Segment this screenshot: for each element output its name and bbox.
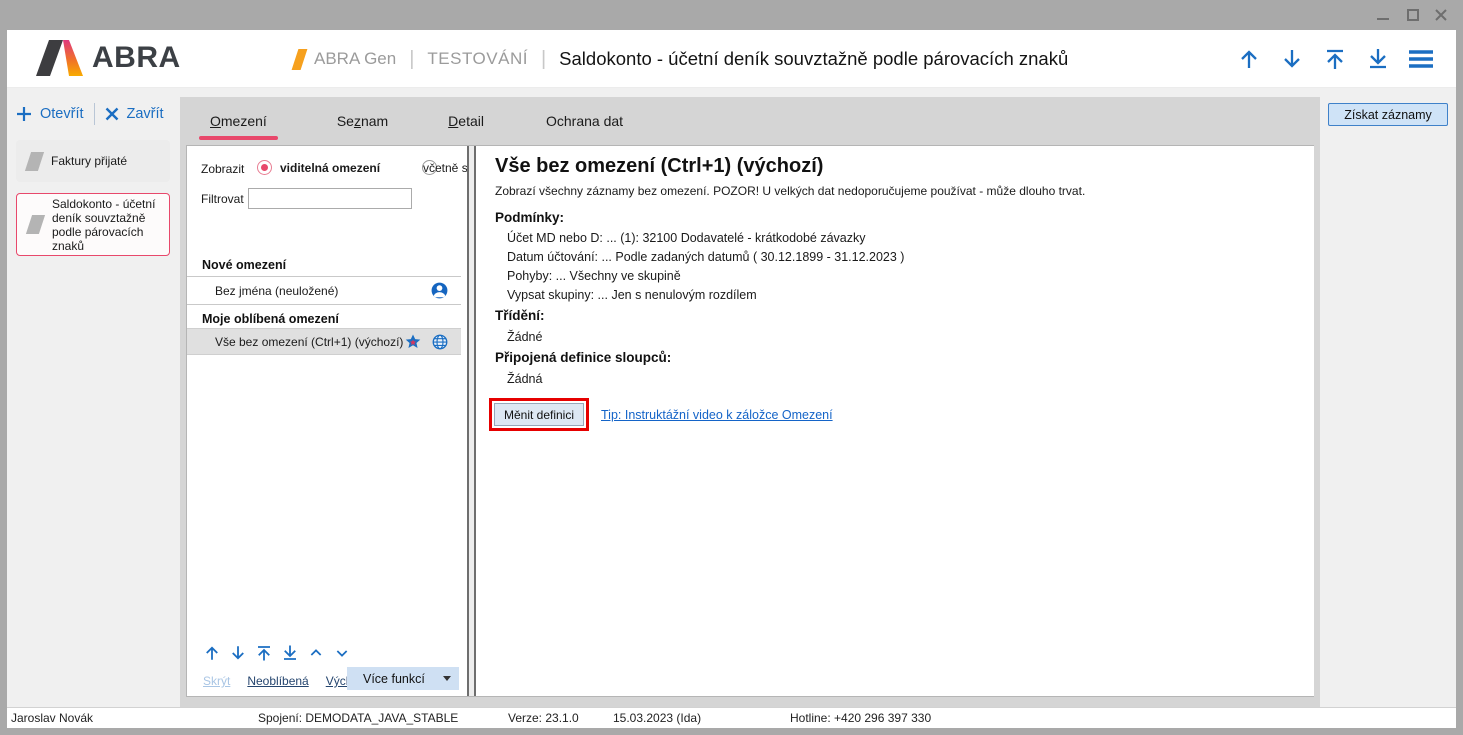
radio-visible-label[interactable]: viditelná omezení [280,161,380,175]
get-records-button[interactable]: Získat záznamy [1328,103,1448,126]
abra-logo: ABRA [36,40,181,76]
favorites-header: Moje oblíbená omezení [202,312,339,326]
new-restriction-header: Nové omezení [202,258,286,272]
list-item-favorite-selected[interactable]: Vše bez omezení (Ctrl+1) (výchozí) [187,328,461,355]
open-button[interactable]: Otevřít [16,106,84,122]
condition-line: Vypsat skupiny: ... Jen s nenulovým rozd… [507,288,757,302]
slash-icon [292,49,308,70]
move-down-icon[interactable] [229,644,247,662]
x-icon [105,107,119,121]
status-user: Jaroslav Novák [11,711,93,725]
show-label: Zobrazit [201,162,244,176]
status-date: 15.03.2023 (Ida) [613,711,701,725]
tip-video-link[interactable]: Tip: Instruktážní video k záložce Omezen… [601,408,833,422]
condition-line: Pohyby: ... Všechny ve skupině [507,269,681,283]
radio-visible-restrictions[interactable] [257,160,272,175]
arrow-up-icon[interactable] [1236,46,1262,72]
status-version: Verze: 23.1.0 [508,711,579,725]
unfavorite-link[interactable]: Neoblíbená [247,674,308,688]
tab-detail[interactable]: Detail [424,97,508,145]
columns-title: Připojená definice sloupců: [495,350,671,365]
more-functions-button[interactable]: Více funkcí [347,667,459,690]
abra-logo-text: ABRA [92,41,181,75]
abra-logo-icon [36,40,83,76]
page-title: Saldokonto - účetní deník souvztažně pod… [559,48,1068,70]
app-name: ABRA Gen [314,49,396,69]
restriction-detail-panel: Vše bez omezení (Ctrl+1) (výchozí) Zobra… [478,146,1314,696]
arrow-down-icon[interactable] [1279,46,1305,72]
environment-label: TESTOVÁNÍ [427,49,528,69]
window-titlebar [0,0,1463,30]
columns-value: Žádná [507,372,542,386]
chevron-down-icon[interactable] [333,644,351,662]
app-header: ABRA ABRA Gen | TESTOVÁNÍ | Saldokonto -… [7,30,1456,88]
close-tab-button[interactable]: Zavřít [105,106,164,122]
status-bar: Jaroslav Novák Spojení: DEMODATA_JAVA_ST… [7,707,1456,728]
tab-ochrana-dat[interactable]: Ochrana dat [522,97,647,145]
status-connection: Spojení: DEMODATA_JAVA_STABLE [258,711,458,725]
sorting-title: Třídění: [495,308,545,323]
arrow-to-top-icon[interactable] [1322,46,1348,72]
annotation-highlight-box: Měnit definici [489,398,589,431]
plus-icon [16,106,32,122]
sidebar-item-label: Faktury přijaté [51,154,127,168]
agenda-slash-icon [26,215,45,234]
caret-down-icon [443,676,451,681]
separator: | [528,48,559,71]
panel-splitter[interactable] [467,146,476,696]
filter-input[interactable] [248,188,412,209]
change-definition-button[interactable]: Měnit definici [494,403,584,426]
tab-bar: Omezení Seznam Detail Ochrana dat [186,97,647,145]
filter-label: Filtrovat [201,192,244,206]
move-to-top-icon[interactable] [255,644,273,662]
agenda-slash-icon [25,152,44,171]
list-bottom-links: Skrýt Neoblíbená Výcho [203,674,359,688]
divider [94,103,95,125]
divider [187,304,461,305]
hide-link[interactable]: Skrýt [203,674,230,688]
header-toolbar [1236,30,1434,88]
move-up-icon[interactable] [203,644,221,662]
close-label: Zavřít [127,106,164,122]
sidebar-actions: Otevřít Zavřít [16,103,164,125]
move-to-bottom-icon[interactable] [281,644,299,662]
sidebar-item-saldokonto[interactable]: Saldokonto - účetní deník souvztažně pod… [16,193,170,256]
favorite-star-icon[interactable] [404,333,422,351]
hamburger-menu-icon[interactable] [1408,46,1434,72]
sidebar-item-faktury-prijate[interactable]: Faktury přijaté [16,140,170,182]
maximize-icon[interactable] [1405,7,1421,23]
close-icon[interactable] [1433,7,1449,23]
user-icon [430,281,449,300]
restrictions-panel: Zobrazit viditelná omezení včetně skry F… [187,146,467,696]
radio-hidden-label[interactable]: včetně skry [423,161,467,175]
header-breadcrumb: ABRA Gen | TESTOVÁNÍ | Saldokonto - účet… [295,30,1068,88]
arrow-to-bottom-icon[interactable] [1365,46,1391,72]
list-nav-arrows [203,644,351,662]
app-window: ABRA ABRA Gen | TESTOVÁNÍ | Saldokonto -… [0,0,1463,735]
chevron-up-icon[interactable] [307,644,325,662]
detail-heading: Vše bez omezení (Ctrl+1) (výchozí) [495,155,823,178]
status-hotline: Hotline: +420 296 397 330 [790,711,931,725]
globe-icon[interactable] [431,333,449,351]
sorting-value: Žádné [507,330,542,344]
open-label: Otevřít [40,106,84,122]
minimize-icon[interactable] [1375,7,1391,23]
condition-line: Účet MD nebo D: ... (1): 32100 Dodavatel… [507,231,866,245]
separator: | [396,48,427,71]
sidebar-item-label: Saldokonto - účetní deník souvztažně pod… [52,197,161,253]
list-item-unsaved[interactable]: Bez jména (neuložené) [187,277,461,304]
tab-omezeni[interactable]: Omezení [186,97,291,145]
tab-seznam[interactable]: Seznam [313,97,412,145]
detail-description: Zobrazí všechny záznamy bez omezení. POZ… [495,184,1085,198]
condition-line: Datum účtování: ... Podle zadaných datum… [507,250,904,264]
conditions-title: Podmínky: [495,210,564,225]
